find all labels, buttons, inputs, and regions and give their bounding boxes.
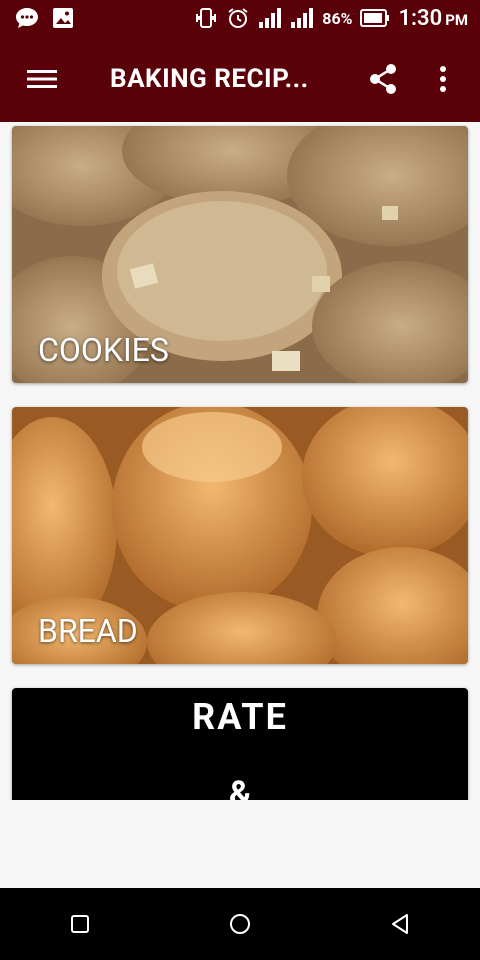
alarm-icon	[226, 6, 250, 30]
rate-title: RATE	[192, 696, 288, 738]
time: 1:30	[398, 5, 443, 31]
recipe-list: COOKIES BREAD RATE &	[0, 122, 480, 800]
rate-subtitle: &	[228, 774, 252, 800]
signal-icon	[258, 8, 282, 28]
status-bar: 86% 1:30 PM	[0, 0, 480, 36]
rate-card[interactable]: RATE &	[12, 688, 468, 800]
back-icon[interactable]	[370, 894, 430, 954]
signal-icon	[290, 8, 314, 28]
app-title: BAKING RECIP...	[110, 64, 309, 94]
battery-icon	[360, 9, 390, 27]
battery-percent: 86%	[322, 8, 353, 28]
bread-card[interactable]: BREAD	[12, 407, 468, 664]
more-vert-icon[interactable]	[426, 62, 460, 96]
clock: 1:30 PM	[398, 6, 468, 31]
vibrate-icon	[194, 6, 218, 30]
home-icon[interactable]	[210, 894, 270, 954]
cookies-card[interactable]: COOKIES	[12, 126, 468, 383]
app-bar: BAKING RECIP...	[0, 36, 480, 122]
recents-icon[interactable]	[50, 894, 110, 954]
navigation-bar	[0, 888, 480, 960]
cookies-label: COOKIES	[38, 331, 169, 369]
time-ampm: PM	[445, 10, 468, 29]
bread-label: BREAD	[38, 612, 138, 650]
image-icon	[52, 7, 74, 29]
menu-icon[interactable]	[26, 63, 58, 95]
share-icon[interactable]	[366, 62, 400, 96]
bottom-blank-area	[0, 800, 480, 888]
chat-icon	[14, 6, 40, 30]
